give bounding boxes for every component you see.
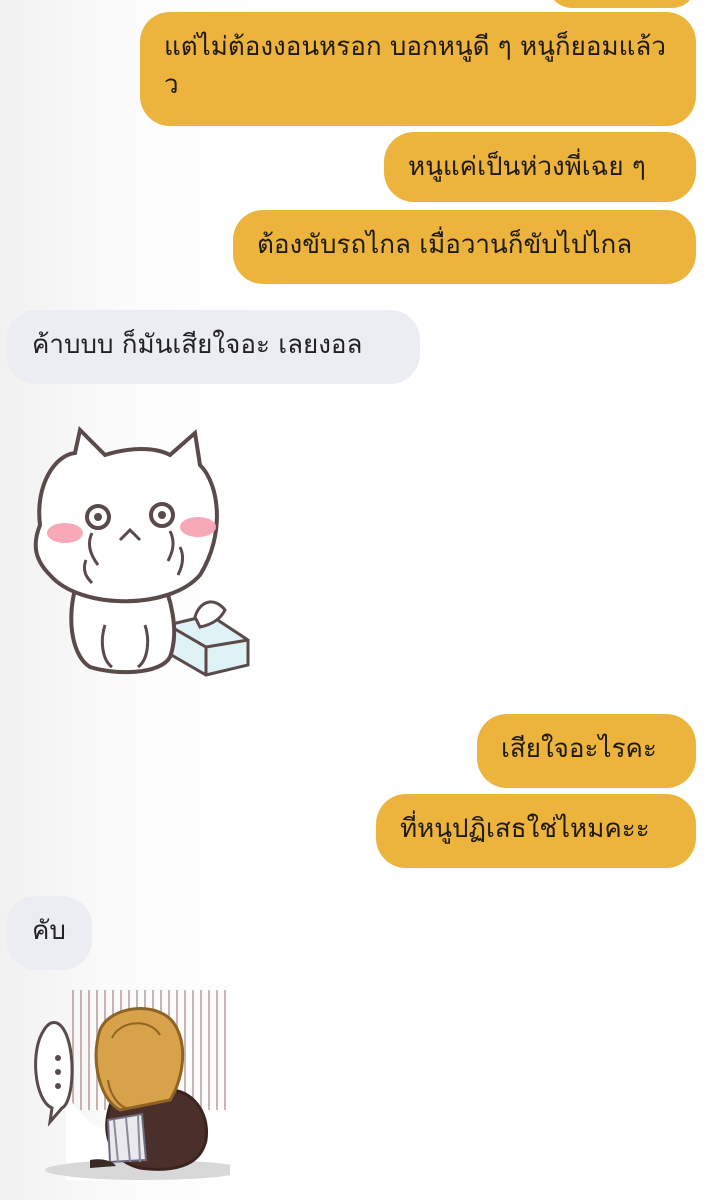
message-text: ต้องขับรถไกล เมื่อวานก็ขับไปไกล — [257, 230, 633, 260]
message-bubble-outgoing[interactable]: ที่หนูปฏิเสธใช่ไหมคะะ — [376, 794, 696, 868]
message-bubble-incoming[interactable]: คับ — [6, 896, 92, 970]
message-text: ค้าบบบ ก็มันเสียใจอะ เลยงอล — [32, 330, 363, 360]
sad-girl-sticker[interactable] — [30, 990, 245, 1180]
message-bubble-partial[interactable] — [548, 0, 696, 8]
crying-cat-sticker[interactable] — [20, 425, 255, 680]
message-bubble-outgoing[interactable]: หนูแค่เป็นห่วงพี่เฉย ๆ — [384, 132, 696, 202]
message-text: คับ — [32, 916, 66, 946]
message-text: แต่ไม่ต้องงอนหรอก บอกหนูดี ๆ หนูก็ยอมแล้… — [164, 32, 666, 100]
chat-thread: แต่ไม่ต้องงอนหรอก บอกหนูดี ๆ หนูก็ยอมแล้… — [0, 0, 711, 1200]
sad-girl-icon — [34, 990, 245, 1180]
crying-cat-icon — [33, 425, 250, 677]
message-bubble-outgoing[interactable]: เสียใจอะไรคะ — [477, 714, 696, 788]
message-text: หนูแค่เป็นห่วงพี่เฉย ๆ — [408, 152, 646, 182]
message-bubble-outgoing[interactable]: แต่ไม่ต้องงอนหรอก บอกหนูดี ๆ หนูก็ยอมแล้… — [140, 12, 696, 126]
message-text: เสียใจอะไรคะ — [501, 734, 657, 764]
message-bubble-incoming[interactable]: ค้าบบบ ก็มันเสียใจอะ เลยงอล — [6, 310, 420, 384]
message-text: ที่หนูปฏิเสธใช่ไหมคะะ — [400, 814, 650, 844]
message-bubble-outgoing[interactable]: ต้องขับรถไกล เมื่อวานก็ขับไปไกล — [233, 210, 696, 284]
tissue-box-icon — [166, 600, 250, 677]
